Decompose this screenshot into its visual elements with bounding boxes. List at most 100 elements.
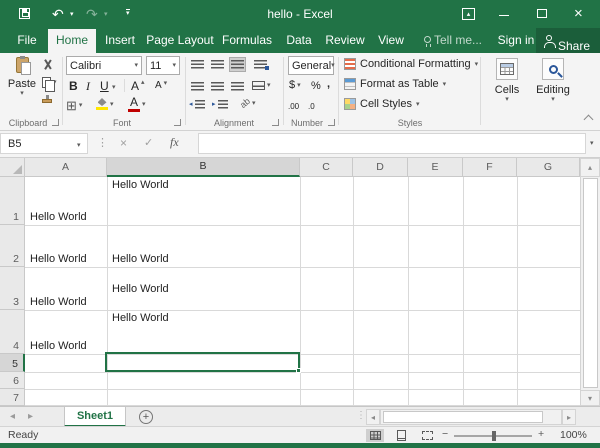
maximize-icon[interactable] bbox=[537, 9, 547, 18]
cell-a4[interactable]: Hello World bbox=[27, 310, 106, 354]
font-size-select[interactable]: 11 ▾ bbox=[146, 56, 180, 75]
active-cell-selection[interactable] bbox=[105, 352, 300, 372]
scroll-down-icon[interactable]: ▾ bbox=[580, 390, 600, 406]
copy-button[interactable]: ▾ bbox=[42, 77, 57, 88]
row-header-2[interactable]: 2 bbox=[0, 225, 25, 267]
undo-dropdown-icon[interactable]: ▾ bbox=[70, 11, 74, 18]
splitter-dots-icon[interactable]: ⋮ bbox=[356, 410, 366, 421]
align-right-button[interactable] bbox=[229, 79, 246, 94]
underline-dropdown-icon[interactable]: ▾ bbox=[112, 84, 116, 91]
bold-button[interactable]: B bbox=[69, 79, 78, 93]
vertical-scroll-thumb[interactable] bbox=[583, 178, 598, 388]
share-button[interactable]: Share bbox=[536, 28, 600, 53]
cells-dropdown-icon[interactable]: ▾ bbox=[505, 96, 509, 103]
zoom-slider-handle[interactable] bbox=[492, 431, 496, 441]
fill-color-dropdown-icon[interactable]: ▾ bbox=[110, 101, 114, 108]
vertical-scrollbar[interactable] bbox=[580, 177, 600, 390]
underline-button[interactable]: U bbox=[100, 79, 109, 93]
top-align-button[interactable] bbox=[189, 57, 206, 72]
cells-button[interactable]: Cells ▾ bbox=[487, 58, 527, 103]
hscroll-right-icon[interactable]: ▸ bbox=[562, 409, 576, 425]
name-box-dropdown-icon[interactable]: ▾ bbox=[77, 142, 81, 149]
tab-file[interactable]: File bbox=[6, 28, 48, 53]
clipboard-dialog-launcher-icon[interactable] bbox=[52, 119, 59, 126]
increase-indent-button[interactable]: ▸ bbox=[212, 100, 228, 109]
column-header-g[interactable]: G bbox=[517, 158, 580, 177]
cut-button[interactable] bbox=[42, 59, 53, 70]
scroll-up-icon[interactable]: ▴ bbox=[580, 158, 600, 177]
tab-page-layout[interactable]: Page Layout bbox=[146, 28, 214, 53]
tell-me-bulb-icon[interactable] bbox=[424, 36, 431, 43]
bottom-align-button[interactable] bbox=[229, 57, 246, 72]
tab-formulas[interactable]: Formulas bbox=[218, 28, 276, 53]
cancel-icon[interactable]: × bbox=[120, 136, 127, 150]
increase-font-size-button[interactable]: A ▴ bbox=[131, 79, 145, 93]
zoom-slider[interactable] bbox=[454, 435, 532, 437]
row-header-4[interactable]: 4 bbox=[0, 310, 25, 354]
editing-button[interactable]: Editing ▾ bbox=[531, 58, 575, 103]
save-icon[interactable] bbox=[19, 8, 30, 19]
zoom-level[interactable]: 100% bbox=[560, 429, 587, 441]
accounting-format-button[interactable]: $ ▾ bbox=[289, 79, 301, 91]
format-as-table-button[interactable]: Format as Table ▾ bbox=[344, 78, 446, 90]
middle-align-button[interactable] bbox=[209, 57, 226, 72]
expand-formula-bar-icon[interactable]: ▾ bbox=[590, 140, 594, 147]
redo-button[interactable]: ↷ bbox=[86, 6, 98, 23]
percent-style-button[interactable]: % bbox=[311, 80, 321, 92]
tab-review[interactable]: Review bbox=[322, 28, 368, 53]
page-layout-view-button[interactable] bbox=[392, 429, 410, 442]
sign-in-button[interactable]: Sign in bbox=[496, 28, 536, 53]
column-header-e[interactable]: E bbox=[408, 158, 463, 177]
ribbon-display-options-icon[interactable]: ▴ bbox=[462, 8, 475, 20]
borders-dropdown-icon[interactable]: ▾ bbox=[79, 102, 83, 109]
redo-dropdown-icon[interactable]: ▾ bbox=[104, 11, 108, 18]
column-header-b[interactable]: B bbox=[107, 158, 300, 177]
minimize-icon[interactable] bbox=[499, 15, 509, 16]
orientation-dropdown-icon[interactable]: ▾ bbox=[252, 100, 256, 107]
tell-me-box[interactable]: Tell me... bbox=[434, 28, 482, 53]
orientation-button[interactable]: ab ▾ bbox=[240, 98, 256, 108]
cell-b3[interactable]: Hello World bbox=[109, 267, 299, 310]
number-dialog-launcher-icon[interactable] bbox=[328, 119, 335, 126]
column-header-c[interactable]: C bbox=[300, 158, 353, 177]
row-header-1[interactable]: 1 bbox=[0, 177, 25, 225]
font-dialog-launcher-icon[interactable] bbox=[174, 119, 181, 126]
merge-center-dropdown-icon[interactable]: ▾ bbox=[267, 82, 271, 89]
italic-button[interactable]: I bbox=[86, 79, 90, 94]
format-painter-button[interactable] bbox=[42, 99, 52, 103]
name-box[interactable]: B5 ▾ bbox=[0, 133, 88, 154]
decrease-indent-button[interactable]: ◂ bbox=[189, 100, 205, 109]
normal-view-button[interactable] bbox=[366, 429, 384, 442]
column-header-f[interactable]: F bbox=[463, 158, 517, 177]
cell-a3[interactable]: Hello World bbox=[27, 267, 106, 310]
horizontal-scrollbar[interactable] bbox=[380, 409, 562, 425]
column-header-a[interactable]: A bbox=[25, 158, 107, 177]
paste-button[interactable]: Paste ▾ bbox=[6, 57, 38, 97]
row-header-7[interactable]: 7 bbox=[0, 389, 25, 406]
comma-style-button[interactable]: , bbox=[327, 78, 330, 90]
sheet-tab-sheet1[interactable]: Sheet1 bbox=[64, 407, 126, 427]
borders-button[interactable]: ⊞ ▾ bbox=[66, 99, 82, 112]
enter-check-icon[interactable]: ✓ bbox=[144, 136, 153, 149]
cell-b1[interactable]: Hello World bbox=[109, 177, 299, 225]
font-color-button[interactable]: A ▾ bbox=[128, 97, 146, 112]
font-name-select[interactable]: Calibri ▾ bbox=[66, 56, 142, 75]
center-button[interactable] bbox=[209, 79, 226, 94]
tab-view[interactable]: View bbox=[372, 28, 410, 53]
zoom-out-icon[interactable]: − bbox=[442, 428, 448, 440]
tab-insert[interactable]: Insert bbox=[100, 28, 140, 53]
row-header-3[interactable]: 3 bbox=[0, 267, 25, 310]
cell-b4[interactable]: Hello World bbox=[109, 310, 299, 354]
merge-center-button[interactable]: ▾ bbox=[252, 81, 271, 90]
select-all-corner[interactable] bbox=[0, 158, 25, 177]
page-break-preview-button[interactable] bbox=[418, 429, 436, 442]
close-icon[interactable]: × bbox=[574, 6, 583, 21]
customize-qat-icon[interactable]: ▾ bbox=[126, 9, 130, 17]
editing-dropdown-icon[interactable]: ▾ bbox=[551, 96, 555, 103]
insert-function-icon[interactable]: fx bbox=[170, 135, 179, 150]
wrap-text-button[interactable] bbox=[252, 57, 269, 72]
formula-input[interactable] bbox=[198, 133, 586, 154]
tab-data[interactable]: Data bbox=[280, 28, 318, 53]
cell-a1[interactable]: Hello World bbox=[27, 177, 106, 225]
undo-button[interactable]: ↶ bbox=[52, 6, 64, 23]
